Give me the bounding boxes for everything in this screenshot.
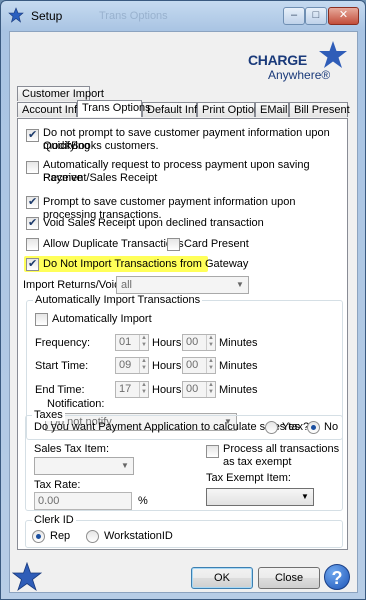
spin-arrows-icon: ▲ ▼	[206, 335, 215, 350]
void-receipt-checkbox[interactable]	[26, 216, 39, 230]
corner-star-icon	[12, 562, 42, 592]
sales-tax-item-select[interactable]: ▼	[34, 457, 134, 475]
start-minutes-unit: Minutes	[219, 360, 258, 372]
void-receipt-label: Void Sales Receipt upon declined transac…	[43, 217, 264, 229]
end-hours-spinner[interactable]: 17 ▲ ▼	[115, 381, 149, 398]
chevron-down-icon: ▼	[301, 492, 309, 501]
tax-rate-label: Tax Rate:	[34, 479, 81, 491]
auto-request-label-2: Payment/Sales Receipt	[43, 172, 158, 184]
logo-star-icon	[319, 41, 347, 68]
tax-exempt-item-select[interactable]: ▼	[206, 488, 314, 506]
sales-tax-item-label: Sales Tax Item:	[34, 443, 109, 455]
end-minutes-spinner[interactable]: 00 ▲ ▼	[182, 381, 216, 398]
import-returns-select[interactable]: all ▼	[116, 276, 249, 294]
tax-exempt-item-label: Tax Exempt Item:	[206, 472, 291, 484]
logo-text-anywhere: Anywhere®	[268, 68, 331, 82]
no-import-checkbox[interactable]	[26, 257, 39, 271]
start-minutes-spinner[interactable]: 00 ▲ ▼	[182, 357, 216, 374]
end-minutes-value: 00	[186, 383, 199, 395]
no-prompt-save-checkbox[interactable]	[26, 128, 39, 142]
tax-yes-label: Yes	[282, 421, 300, 433]
clerk-workstation-radio[interactable]	[86, 530, 99, 543]
clerk-rep-label: Rep	[50, 530, 71, 542]
frequency-hours-unit: Hours	[152, 337, 182, 349]
spin-arrows-icon: ▲ ▼	[139, 335, 148, 350]
clerk-rep-radio[interactable]	[32, 530, 45, 543]
frequency-hours-value: 01	[119, 336, 132, 348]
clerk-workstation-label: WorkstationID	[104, 530, 173, 542]
tab-trans-options[interactable]: Trans Options	[77, 100, 151, 117]
window-title: Setup	[31, 9, 63, 23]
tab-customer-import[interactable]: Customer Import	[17, 86, 104, 101]
charge-anywhere-logo: CHARGE Anywhere®	[248, 40, 358, 84]
tax-rate-percent: %	[138, 495, 148, 507]
chevron-down-icon: ▼	[121, 461, 129, 470]
help-button[interactable]: ?	[324, 564, 350, 590]
start-minutes-value: 00	[186, 359, 199, 371]
tab-email[interactable]: EMail	[255, 102, 289, 117]
auto-request-checkbox[interactable]	[26, 161, 39, 174]
no-import-label: Do Not Import Transactions from Gateway	[43, 258, 249, 270]
end-hours-unit: Hours	[152, 384, 182, 396]
app-star-icon	[8, 7, 24, 23]
clerk-id-group-title: Clerk ID	[32, 514, 76, 526]
frequency-minutes-unit: Minutes	[219, 337, 258, 349]
tab-account-info[interactable]: Account Info	[17, 102, 83, 117]
frequency-label: Frequency:	[35, 337, 91, 349]
process-all-label-1: Process all transactions	[223, 443, 340, 455]
prompt-save-checkbox[interactable]	[26, 195, 39, 209]
allow-duplicate-label: Allow Duplicate Transactions	[43, 238, 184, 250]
start-hours-unit: Hours	[152, 360, 182, 372]
end-time-label: End Time:	[35, 384, 85, 396]
ok-button[interactable]: OK	[191, 567, 253, 589]
start-hours-spinner[interactable]: 09 ▲ ▼	[115, 357, 149, 374]
close-button[interactable]: Close	[258, 567, 320, 589]
tax-yes-radio[interactable]	[265, 421, 278, 434]
frequency-hours-spinner[interactable]: 01 ▲ ▼	[115, 334, 149, 351]
spin-arrows-icon: ▲ ▼	[139, 358, 148, 373]
no-prompt-save-label-2: QuickBooks customers.	[43, 140, 159, 152]
frequency-minutes-value: 00	[186, 336, 199, 348]
tax-no-label: No	[324, 421, 339, 433]
chevron-down-icon: ▼	[236, 280, 244, 289]
process-all-label-2: as tax exempt	[223, 456, 292, 468]
frequency-minutes-spinner[interactable]: 00 ▲ ▼	[182, 334, 216, 351]
import-returns-value: all	[121, 279, 133, 291]
dialog-client: CHARGE Anywhere® Customer Import Account…	[9, 31, 358, 593]
start-hours-value: 09	[119, 359, 132, 371]
tax-rate-value: 0.00	[38, 495, 60, 507]
maximize-button[interactable]: □	[305, 7, 327, 25]
process-all-exempt-checkbox[interactable]	[206, 445, 219, 458]
spin-arrows-icon: ▲ ▼	[139, 382, 148, 397]
close-window-button[interactable]: ✕	[328, 7, 359, 25]
ghost-tab-label: Trans Options	[99, 10, 168, 22]
taxes-group: Taxes Do you want Payment Application to…	[25, 409, 343, 511]
end-hours-value: 17	[119, 383, 132, 395]
allow-duplicate-checkbox[interactable]	[26, 238, 39, 251]
tab-bill-present[interactable]: Bill Present	[289, 102, 350, 117]
end-minutes-unit: Minutes	[219, 384, 258, 396]
clerk-id-group: Clerk ID Rep WorkstationID	[25, 514, 343, 548]
tax-no-radio[interactable]	[307, 421, 320, 434]
minimize-button[interactable]: –	[283, 7, 305, 25]
start-time-label: Start Time:	[35, 360, 89, 372]
auto-import-group-title: Automatically Import Transactions	[33, 294, 203, 306]
auto-import-label: Automatically Import	[52, 313, 152, 325]
card-present-label: Card Present	[184, 238, 249, 250]
auto-import-checkbox[interactable]	[35, 313, 48, 326]
setup-window: Setup Trans Options – □ ✕ CHARGE Anywher…	[0, 0, 366, 600]
taxes-group-title: Taxes	[32, 409, 65, 421]
spin-arrows-icon: ▲ ▼	[206, 382, 215, 397]
title-bar[interactable]: Setup Trans Options – □ ✕	[1, 1, 365, 31]
tax-rate-input[interactable]: 0.00	[34, 492, 132, 510]
tab-print-options[interactable]: Print Options	[197, 102, 266, 117]
logo-text-charge: CHARGE	[248, 52, 307, 68]
spin-arrows-icon: ▲ ▼	[206, 358, 215, 373]
import-returns-label: Import Returns/Voids	[23, 279, 126, 291]
card-present-checkbox[interactable]	[167, 238, 180, 251]
